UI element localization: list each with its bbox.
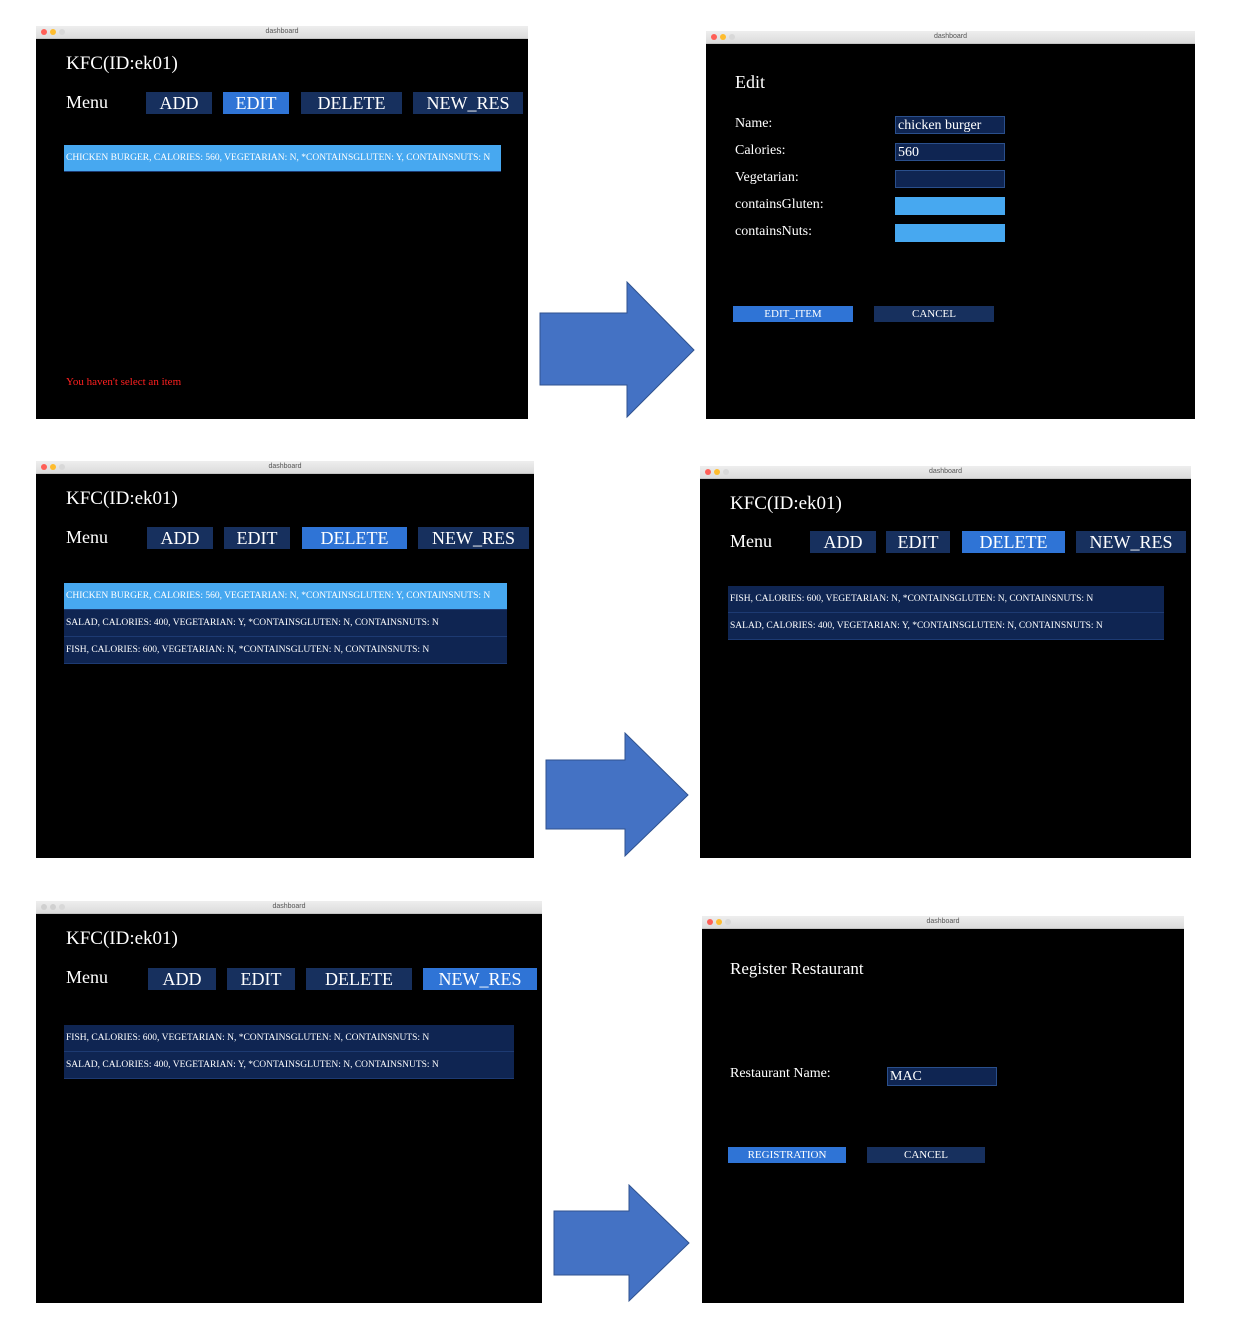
window-title: dashboard (928, 468, 963, 475)
delete-button[interactable]: DELETE (301, 92, 402, 114)
calories-label: Calories: (735, 143, 786, 158)
right-arrow-icon (553, 1184, 690, 1303)
new-res-button[interactable]: NEW_RES (413, 92, 523, 114)
name-label: Name: (735, 116, 773, 131)
edit-heading: Edit (735, 72, 765, 92)
edit-item-button[interactable]: EDIT_ITEM (733, 306, 853, 322)
restaurant-name-label: Restaurant Name: (730, 1066, 831, 1081)
vegetarian-toggle[interactable] (895, 170, 1005, 188)
add-button[interactable]: ADD (810, 531, 876, 553)
window-title: dashboard (268, 463, 302, 470)
edit-window: dashboard Edit Name: chicken burger Calo… (706, 31, 1195, 419)
contains-gluten-label: containsGluten: (735, 197, 824, 212)
calories-field[interactable]: 560 (895, 143, 1005, 161)
edit-button[interactable]: EDIT (886, 531, 950, 553)
edit-button[interactable]: EDIT (224, 527, 290, 549)
restaurant-name-field[interactable]: MAC (887, 1067, 997, 1086)
contains-gluten-toggle[interactable] (895, 197, 1005, 215)
contains-nuts-label: containsNuts: (735, 224, 812, 239)
menu-label: Menu (66, 527, 108, 547)
error-message: You haven't select an item (66, 376, 182, 388)
new-res-button[interactable]: NEW_RES (423, 968, 537, 990)
menu-list-item[interactable]: CHICKEN BURGER, CALORIES: 560, VEGETARIA… (64, 583, 507, 610)
delete-button[interactable]: DELETE (302, 527, 407, 549)
restaurant-title: KFC(ID:ek01) (730, 493, 842, 514)
window-title: dashboard (272, 903, 306, 910)
dashboard-window-1: dashboard KFC(ID:ek01) Menu ADD EDIT DEL… (36, 26, 528, 419)
menu-label: Menu (66, 92, 108, 112)
add-button[interactable]: ADD (148, 968, 216, 990)
add-button[interactable]: ADD (146, 92, 212, 114)
menu-list-item[interactable]: FISH, CALORIES: 600, VEGETARIAN: N, *CON… (64, 637, 507, 664)
edit-button[interactable]: EDIT (227, 968, 295, 990)
dashboard-window-4: dashboard KFC(ID:ek01) Menu ADD EDIT DEL… (700, 466, 1191, 858)
window-titlebar: dashboard (700, 466, 1191, 479)
window-titlebar: dashboard (706, 31, 1195, 44)
right-arrow-icon (545, 732, 689, 858)
menu-list-item[interactable]: SALAD, CALORIES: 400, VEGETARIAN: Y, *CO… (64, 610, 507, 637)
window-title: dashboard (265, 28, 299, 35)
menu-list-item[interactable]: SALAD, CALORIES: 400, VEGETARIAN: Y, *CO… (64, 1052, 514, 1079)
right-arrow-icon (539, 281, 695, 419)
window-titlebar: dashboard (36, 901, 542, 914)
restaurant-title: KFC(ID:ek01) (66, 928, 178, 949)
window-titlebar: dashboard (702, 916, 1184, 929)
menu-list-item[interactable]: CHICKEN BURGER, CALORIES: 560, VEGETARIA… (64, 145, 501, 172)
dashboard-window-3: dashboard KFC(ID:ek01) Menu ADD EDIT DEL… (36, 461, 534, 858)
window-title: dashboard (933, 33, 968, 40)
new-res-button[interactable]: NEW_RES (1076, 531, 1186, 553)
menu-label: Menu (730, 531, 772, 551)
delete-button[interactable]: DELETE (306, 968, 412, 990)
register-window: dashboard Register Restaurant Restaurant… (702, 916, 1184, 1303)
register-heading: Register Restaurant (730, 959, 864, 978)
registration-button[interactable]: REGISTRATION (728, 1147, 846, 1163)
window-titlebar: dashboard (36, 26, 528, 39)
dashboard-window-5: dashboard KFC(ID:ek01) Menu ADD EDIT DEL… (36, 901, 542, 1303)
restaurant-title: KFC(ID:ek01) (66, 53, 178, 74)
edit-button[interactable]: EDIT (223, 92, 289, 114)
new-res-button[interactable]: NEW_RES (418, 527, 529, 549)
window-title: dashboard (926, 918, 960, 925)
menu-list-item[interactable]: SALAD, CALORIES: 400, VEGETARIAN: Y, *CO… (728, 613, 1164, 640)
vegetarian-label: Vegetarian: (735, 170, 799, 185)
menu-list-item[interactable]: FISH, CALORIES: 600, VEGETARIAN: N, *CON… (64, 1025, 514, 1052)
name-field[interactable]: chicken burger (895, 116, 1005, 134)
menu-list-item[interactable]: FISH, CALORIES: 600, VEGETARIAN: N, *CON… (728, 586, 1164, 613)
delete-button[interactable]: DELETE (962, 531, 1065, 553)
add-button[interactable]: ADD (147, 527, 213, 549)
restaurant-title: KFC(ID:ek01) (66, 488, 178, 509)
cancel-button[interactable]: CANCEL (874, 306, 994, 322)
cancel-button[interactable]: CANCEL (867, 1147, 985, 1163)
window-titlebar: dashboard (36, 461, 534, 474)
menu-label: Menu (66, 967, 108, 987)
contains-nuts-toggle[interactable] (895, 224, 1005, 242)
